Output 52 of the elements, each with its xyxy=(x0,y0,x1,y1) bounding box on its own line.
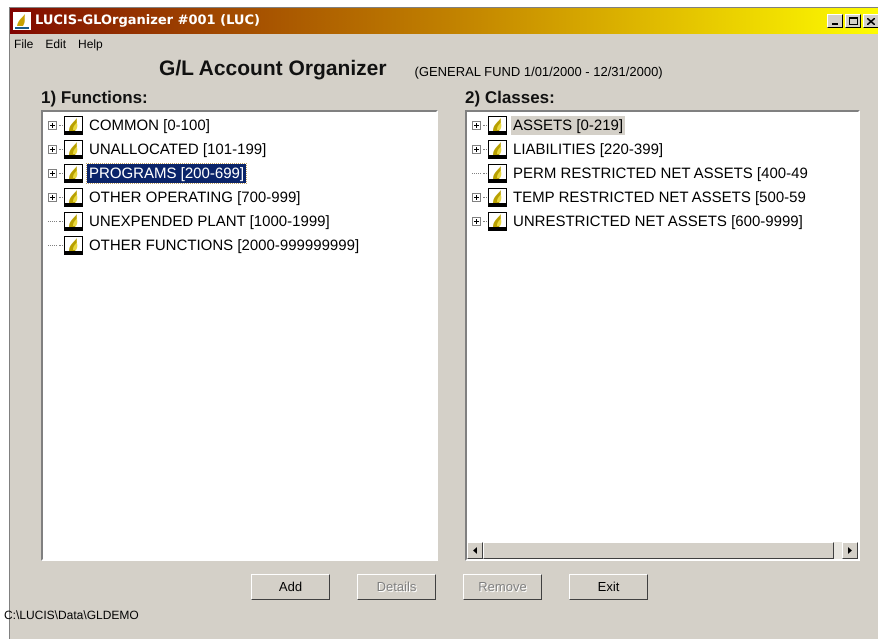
scroll-left-button[interactable] xyxy=(467,542,483,559)
expand-icon[interactable] xyxy=(48,168,57,178)
expand-icon[interactable] xyxy=(48,192,57,202)
tree-item[interactable]: PERM RESTRICTED NET ASSETS [400-49 xyxy=(511,164,810,182)
functions-tree[interactable]: COMMON [0-100] UNALLOCATED [101-199] PROGRAMS [200-699] OTHER OPERATING [700-999] UNEXPENDED PLANT [1000-1999] OTHER FUNCTIONS [2000-999999999] xyxy=(41,110,438,561)
menu-item[interactable]: File xyxy=(14,35,34,53)
app-icon xyxy=(13,12,31,30)
leaf-icon xyxy=(488,116,507,134)
maximize-button[interactable] xyxy=(845,14,861,28)
action-button[interactable]: Add xyxy=(251,574,330,600)
expand-icon[interactable] xyxy=(472,192,481,202)
tree-item[interactable]: LIABILITIES [220-399] xyxy=(511,140,666,158)
scroll-right-button[interactable] xyxy=(842,542,858,559)
close-icon xyxy=(867,18,875,24)
tree-item[interactable]: UNALLOCATED [101-199] xyxy=(87,140,268,158)
right-arrow-icon xyxy=(848,547,852,554)
expand-icon[interactable] xyxy=(472,216,481,226)
tree-item[interactable]: PROGRAMS [200-699] xyxy=(87,164,246,182)
leaf-icon xyxy=(64,164,83,182)
leaf-icon xyxy=(488,188,507,206)
leaf-icon xyxy=(488,212,507,230)
menu-item[interactable]: Help xyxy=(78,35,103,53)
left-arrow-icon xyxy=(473,547,477,554)
expand-icon[interactable] xyxy=(472,120,481,130)
classes-label: 2) Classes: xyxy=(465,87,556,109)
status-text: C:\LUCIS\Data\GLDEMO xyxy=(4,607,140,624)
tree-item[interactable]: OTHER FUNCTIONS [2000-999999999] xyxy=(87,236,362,254)
leaf-icon xyxy=(64,116,83,134)
tree-item[interactable]: TEMP RESTRICTED NET ASSETS [500-59 xyxy=(511,188,808,206)
expand-icon[interactable] xyxy=(48,144,57,154)
tree-item[interactable]: UNRESTRICTED NET ASSETS [600-9999] xyxy=(511,212,805,230)
functions-label: 1) Functions: xyxy=(41,87,149,109)
tree-item[interactable]: ASSETS [0-219] xyxy=(511,116,626,134)
minimize-button[interactable] xyxy=(827,14,843,28)
page-heading: G/L Account Organizer xyxy=(159,56,387,82)
leaf-icon xyxy=(64,140,83,158)
tree-item[interactable]: UNEXPENDED PLANT [1000-1999] xyxy=(87,212,332,230)
leaf-icon xyxy=(488,140,507,158)
expand-icon[interactable] xyxy=(48,120,57,130)
expand-icon[interactable] xyxy=(472,144,481,154)
fund-info: (GENERAL FUND 1/01/2000 - 12/31/2000) xyxy=(414,62,663,81)
close-button[interactable] xyxy=(863,14,878,28)
leaf-icon xyxy=(488,164,507,182)
menu-item[interactable]: Edit xyxy=(45,35,66,53)
classes-tree[interactable]: ASSETS [0-219] LIABILITIES [220-399] PERM RESTRICTED NET ASSETS [400-49 TEMP RESTRICTED NET ASSETS [500-59 UNRESTRICTED NET ASSETS [600-9999] xyxy=(465,110,860,561)
tree-item[interactable]: OTHER OPERATING [700-999] xyxy=(87,188,302,206)
leaf-icon xyxy=(64,236,83,254)
action-button[interactable]: Exit xyxy=(569,574,648,600)
leaf-icon xyxy=(64,212,83,230)
leaf-icon xyxy=(64,188,83,206)
tree-item[interactable]: COMMON [0-100] xyxy=(87,116,212,134)
window-title: LUCIS-GLOrganizer #001 (LUC) xyxy=(35,12,260,30)
